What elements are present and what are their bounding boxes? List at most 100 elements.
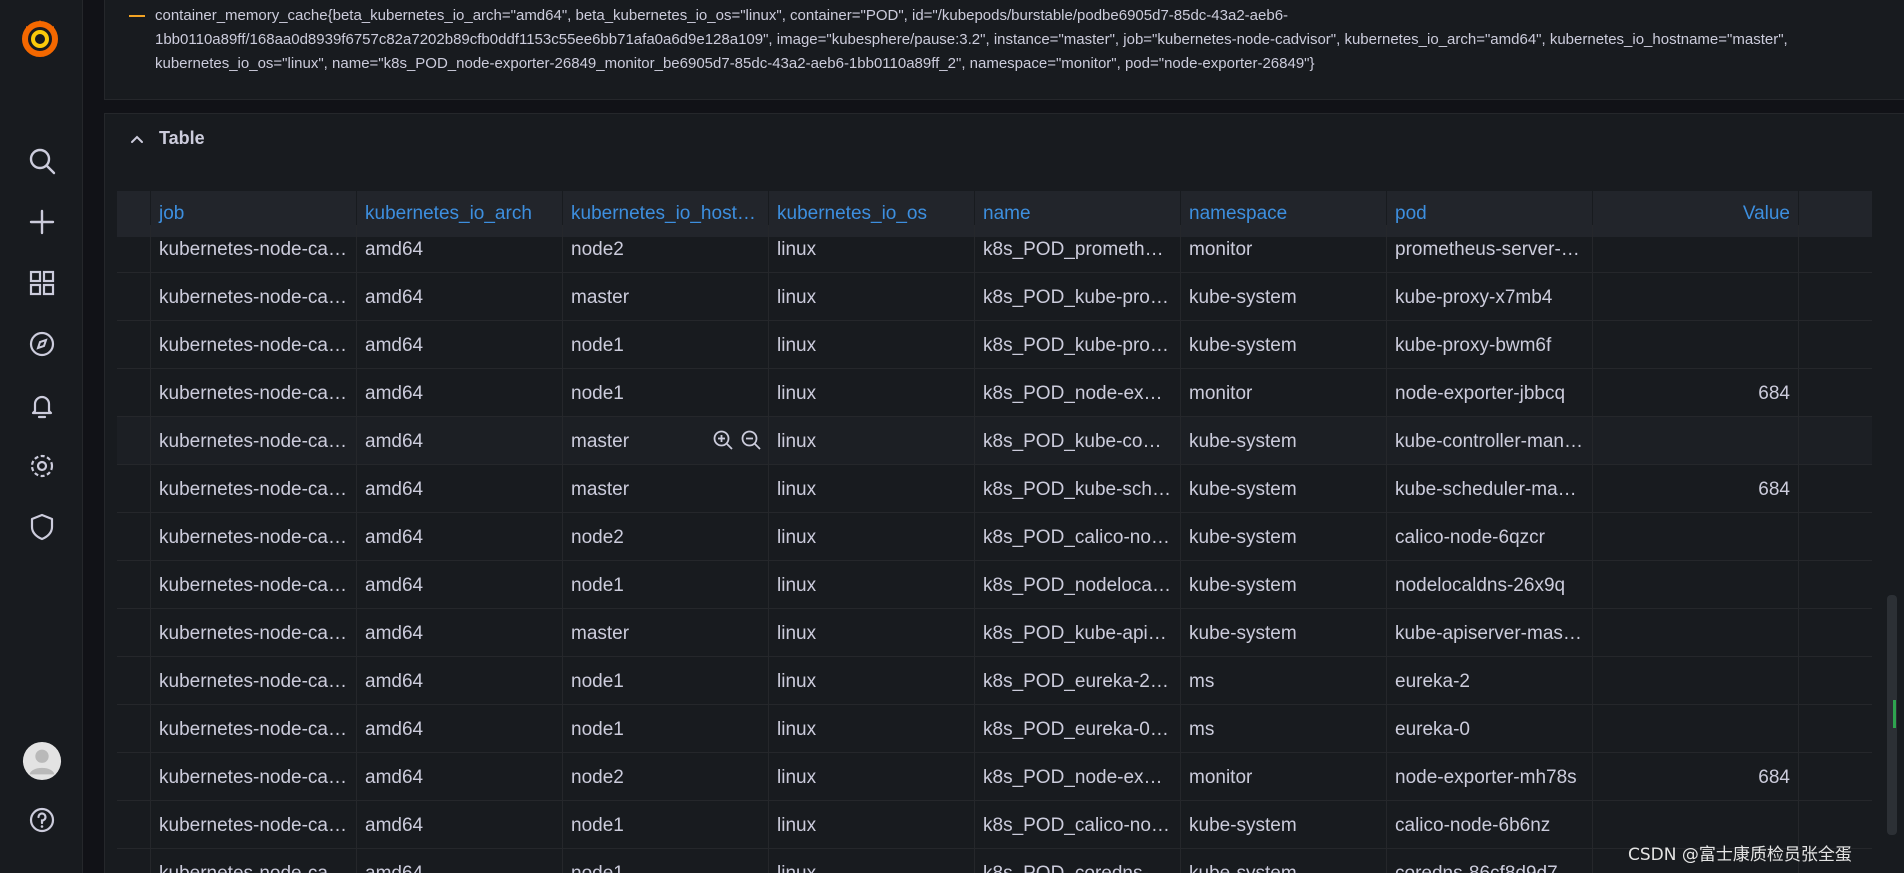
- table-cell[interactable]: amd64: [357, 513, 563, 560]
- table-row[interactable]: node1 kubernetes-node-ca… amd64 node1 linux k…: [117, 705, 1872, 753]
- table-cell[interactable]: 684: [1593, 465, 1799, 512]
- table-cell[interactable]: k8s_POD_eureka-0_…: [975, 705, 1181, 752]
- zoom-in-icon[interactable]: [712, 429, 734, 451]
- table-cell[interactable]: kube-proxy-x7mb4: [1387, 273, 1593, 320]
- table-cell[interactable]: coredns-86cf8d9d7…: [1387, 849, 1593, 873]
- table-cell[interactable]: linux: [769, 321, 975, 368]
- table-cell[interactable]: node1: [563, 321, 769, 368]
- table-cell[interactable]: kubernetes-node-ca…: [151, 417, 357, 464]
- table-cell[interactable]: node1: [117, 801, 151, 848]
- table-cell[interactable]: k8s_POD_calico-nod…: [975, 801, 1181, 848]
- table-cell[interactable]: master: [117, 273, 151, 320]
- table-cell[interactable]: monitor: [1181, 225, 1387, 272]
- table-cell[interactable]: kubernetes-node-ca…: [151, 225, 357, 272]
- table-cell[interactable]: 684: [1593, 369, 1799, 416]
- table-cell[interactable]: kube-apiserver-mast…: [1387, 609, 1593, 656]
- table-row[interactable]: node1 kubernetes-node-ca… amd64 node1 linux k…: [117, 561, 1872, 609]
- table-cell[interactable]: [1593, 225, 1799, 272]
- table-cell[interactable]: linux: [769, 369, 975, 416]
- table-cell[interactable]: k8s_POD_kube-prox…: [975, 321, 1181, 368]
- table-cell[interactable]: [1593, 657, 1799, 704]
- table-cell[interactable]: node1: [563, 369, 769, 416]
- table-cell[interactable]: linux: [769, 417, 975, 464]
- table-cell[interactable]: kube-proxy-bwm6f: [1387, 321, 1593, 368]
- table-cell[interactable]: [1593, 705, 1799, 752]
- table-cell[interactable]: kube-scheduler-mas…: [1387, 465, 1593, 512]
- table-row[interactable]: node1 kubernetes-node-ca… amd64 node1 linux k…: [117, 657, 1872, 705]
- table-cell[interactable]: node1: [117, 321, 151, 368]
- table-viewport[interactable]: instancejobkubernetes_io_archkubernetes_…: [117, 191, 1872, 873]
- table-cell[interactable]: node1: [563, 561, 769, 608]
- user-avatar[interactable]: [21, 740, 63, 782]
- table-row[interactable]: master kubernetes-node-ca… amd64 master linu…: [117, 465, 1872, 513]
- explore-icon[interactable]: [21, 323, 63, 365]
- table-cell[interactable]: master: [117, 417, 151, 464]
- table-cell[interactable]: kubernetes-node-ca…: [151, 657, 357, 704]
- table-cell[interactable]: node1: [563, 849, 769, 873]
- table-row[interactable]: node2 kubernetes-node-ca… amd64 node2 linux k…: [117, 225, 1872, 273]
- table-cell[interactable]: master: [117, 465, 151, 512]
- table-cell[interactable]: linux: [769, 657, 975, 704]
- table-cell[interactable]: [1593, 561, 1799, 608]
- table-cell[interactable]: kube-controller-man…: [1387, 417, 1593, 464]
- table-cell[interactable]: k8s_POD_nodelocal…: [975, 561, 1181, 608]
- table-cell[interactable]: node1: [117, 369, 151, 416]
- table-row[interactable]: node1 kubernetes-node-ca… amd64 node1 linux k…: [117, 321, 1872, 369]
- table-cell[interactable]: kube-system: [1181, 609, 1387, 656]
- table-row[interactable]: master kubernetes-node-ca… amd64 master linu…: [117, 273, 1872, 321]
- table-cell[interactable]: amd64: [357, 225, 563, 272]
- table-cell[interactable]: k8s_POD_promethe…: [975, 225, 1181, 272]
- table-cell[interactable]: kubernetes-node-ca…: [151, 273, 357, 320]
- table-cell[interactable]: node1: [117, 705, 151, 752]
- table-cell[interactable]: [1593, 321, 1799, 368]
- table-cell[interactable]: amd64: [357, 801, 563, 848]
- table-row[interactable]: node1 kubernetes-node-ca… amd64 node1 linux k…: [117, 801, 1872, 849]
- table-cell[interactable]: k8s_POD_coredns-8…: [975, 849, 1181, 873]
- table-cell[interactable]: master: [117, 609, 151, 656]
- table-cell[interactable]: amd64: [357, 849, 563, 873]
- table-cell[interactable]: node1: [117, 657, 151, 704]
- table-cell[interactable]: master: [563, 417, 769, 464]
- table-cell[interactable]: k8s_POD_kube-apis…: [975, 609, 1181, 656]
- search-icon[interactable]: [21, 140, 63, 182]
- table-cell[interactable]: amd64: [357, 369, 563, 416]
- table-cell[interactable]: [1593, 513, 1799, 560]
- table-cell[interactable]: linux: [769, 513, 975, 560]
- table-cell[interactable]: calico-node-6b6nz: [1387, 801, 1593, 848]
- table-cell[interactable]: linux: [769, 705, 975, 752]
- zoom-out-icon[interactable]: [740, 429, 762, 451]
- table-cell[interactable]: eureka-2: [1387, 657, 1593, 704]
- table-cell[interactable]: linux: [769, 753, 975, 800]
- table-row[interactable]: node1 kubernetes-node-ca… amd64 node1 linux k…: [117, 369, 1872, 417]
- table-cell[interactable]: amd64: [357, 273, 563, 320]
- table-cell[interactable]: amd64: [357, 321, 563, 368]
- table-cell[interactable]: monitor: [1181, 753, 1387, 800]
- table-cell[interactable]: amd64: [357, 705, 563, 752]
- table-cell[interactable]: kubernetes-node-ca…: [151, 465, 357, 512]
- help-icon[interactable]: [21, 799, 63, 841]
- table-cell[interactable]: node-exporter-jbbcq: [1387, 369, 1593, 416]
- table-cell[interactable]: amd64: [357, 561, 563, 608]
- table-cell[interactable]: kubernetes-node-ca…: [151, 801, 357, 848]
- table-cell[interactable]: kube-system: [1181, 465, 1387, 512]
- legend-series-item[interactable]: container_memory_cache{beta_kubernetes_i…: [129, 4, 1795, 76]
- table-cell[interactable]: linux: [769, 849, 975, 873]
- table-cell[interactable]: kube-system: [1181, 801, 1387, 848]
- table-cell[interactable]: kubernetes-node-ca…: [151, 705, 357, 752]
- table-cell[interactable]: linux: [769, 609, 975, 656]
- table-cell[interactable]: node2: [563, 225, 769, 272]
- table-cell[interactable]: master: [563, 609, 769, 656]
- table-cell[interactable]: nodelocaldns-26x9q: [1387, 561, 1593, 608]
- table-cell[interactable]: kube-system: [1181, 849, 1387, 873]
- table-cell[interactable]: node1: [563, 801, 769, 848]
- table-row[interactable]: master kubernetes-node-ca… amd64 master linu…: [117, 609, 1872, 657]
- alerting-icon[interactable]: [21, 384, 63, 426]
- configuration-icon[interactable]: [21, 445, 63, 487]
- table-cell[interactable]: kubernetes-node-ca…: [151, 513, 357, 560]
- table-cell[interactable]: node2: [117, 513, 151, 560]
- table-cell[interactable]: k8s_POD_node-expo…: [975, 369, 1181, 416]
- table-cell[interactable]: [1593, 417, 1799, 464]
- table-cell[interactable]: master: [563, 273, 769, 320]
- table-row[interactable]: master kubernetes-node-ca… amd64 master linu…: [117, 417, 1872, 465]
- table-cell[interactable]: k8s_POD_node-expo…: [975, 753, 1181, 800]
